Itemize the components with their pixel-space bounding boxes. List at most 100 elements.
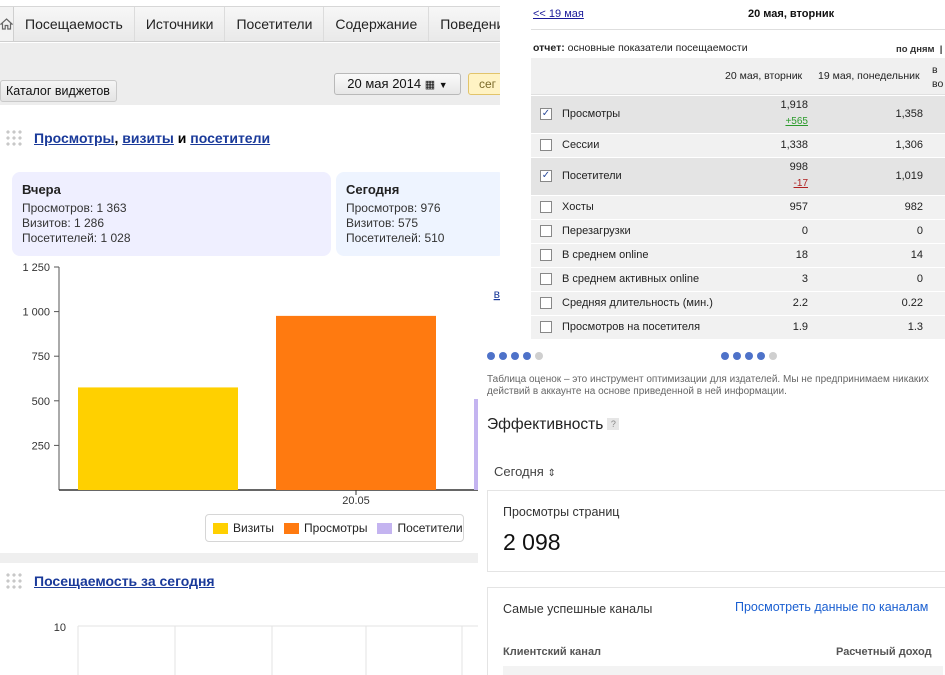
hourly-chart: 10	[54, 622, 500, 675]
pageviews-card: Просмотры страниц 2 098	[487, 490, 945, 572]
rating-dot	[535, 352, 543, 360]
stat-pageviews: Просмотров: 976	[346, 201, 441, 215]
card-yesterday: Вчера Просмотров: 1 363 Визитов: 1 286 П…	[12, 172, 331, 256]
widget-separator	[0, 553, 500, 563]
metric-delta[interactable]: -17	[794, 178, 808, 189]
metric-name: Перезагрузки	[562, 225, 631, 237]
legend-swatch	[377, 522, 393, 534]
segment-button[interactable]: сег	[468, 73, 500, 95]
tab-behavior[interactable]: Поведение	[429, 7, 500, 41]
rating-dots	[721, 352, 777, 360]
view-channels-link[interactable]: Просмотреть данные по каналам	[735, 600, 928, 614]
legend-item-visits[interactable]: Визиты	[213, 521, 274, 535]
rating-dot	[733, 352, 741, 360]
adsense-panel: Таблица оценок – это инструмент оптимиза…	[478, 346, 945, 675]
table-row[interactable]: ✓ Просмотры 1,918 +565 1,358	[531, 96, 945, 134]
section-title-effectiveness: Эффективность?	[487, 416, 620, 434]
link-pageviews[interactable]: Просмотры	[34, 130, 115, 146]
tab-traffic[interactable]: Посещаемость	[14, 7, 135, 41]
link-visitors[interactable]: посетители	[190, 130, 270, 146]
drag-handle-icon[interactable]	[5, 129, 23, 147]
metric-value-today: 1,918	[780, 99, 808, 111]
checkbox-checked[interactable]: ✓	[540, 170, 552, 182]
tab-visitors[interactable]: Посетители	[225, 7, 325, 41]
checkbox[interactable]	[540, 273, 552, 285]
metric-name: В среднем online	[562, 249, 649, 261]
top-channels-label: Самые успешные каналы	[503, 602, 653, 616]
link-visits[interactable]: визиты	[122, 130, 174, 146]
checkbox[interactable]	[540, 249, 552, 261]
table-row[interactable]: В среднем online 18 14	[531, 244, 945, 268]
by-days-toggle[interactable]: по дням |	[896, 44, 942, 55]
scorecard-note: Таблица оценок – это инструмент оптимиза…	[487, 374, 929, 397]
table-row[interactable]: ✓ Посетители 998 -17 1,019	[531, 158, 945, 196]
bar-1[interactable]	[276, 315, 436, 490]
metric-value-yesterday: 1,019	[895, 170, 923, 182]
report-title: отчет: основные показатели посещаемости	[533, 42, 748, 54]
x-tick-label: 20.05	[342, 495, 370, 507]
metric-value-yesterday: 14	[910, 249, 923, 261]
metric-value-today: 2.2	[792, 297, 808, 309]
stat-pageviews: Просмотров: 1 363	[22, 201, 127, 215]
help-icon[interactable]: ?	[607, 418, 620, 430]
metric-value-yesterday: 982	[904, 201, 923, 213]
checkbox[interactable]	[540, 139, 552, 151]
table-body: ✓ Просмотры 1,918 +565 1,358 Сессии 1,338 1,306…	[531, 96, 945, 340]
side-link[interactable]: в	[494, 287, 500, 301]
metric-value-yesterday: 1.3	[907, 321, 923, 333]
table-row[interactable]: Просмотров на посетителя 1.9 1.3	[531, 316, 945, 340]
legend-item-visitors[interactable]: Посетители	[377, 521, 463, 535]
table-row[interactable]: Сессии 1,338 1,306	[531, 134, 945, 158]
metric-value-today: 998	[789, 161, 808, 173]
period-selector[interactable]: Сегодня ⇕	[494, 464, 556, 479]
date-picker-button[interactable]: 20 мая 2014 ▦ ▼	[334, 73, 461, 95]
col-header-revenue: Расчетный доход	[836, 646, 932, 658]
checkbox[interactable]	[540, 297, 552, 309]
stat-visits: Визитов: 1 286	[22, 216, 105, 230]
col-header-week: в во	[932, 64, 944, 90]
traffic-report: << 19 мая 20 мая, вторник отчет: основны…	[531, 0, 945, 346]
metric-value-today: 18	[795, 249, 808, 261]
rating-dot	[511, 352, 519, 360]
legend-swatch	[284, 522, 300, 534]
metric-name: Просмотры	[562, 108, 621, 120]
stat-visits: Визитов: 575	[346, 216, 419, 230]
metric-delta[interactable]: +565	[785, 116, 808, 127]
checkbox-checked[interactable]: ✓	[540, 108, 552, 120]
y-tick-label: 750	[32, 351, 50, 363]
bar-chart: 250 500 750 1 000 1 250 20.05 в	[22, 262, 500, 507]
widgets-catalog-button[interactable]: Каталог виджетов	[0, 80, 117, 102]
home-icon[interactable]	[0, 7, 14, 41]
card-title: Вчера	[22, 182, 61, 197]
table-row[interactable]: В среднем активных online 3 0	[531, 268, 945, 292]
rating-dot	[721, 352, 729, 360]
rating-dot	[745, 352, 753, 360]
y-tick-label: 250	[32, 440, 50, 452]
legend-swatch	[213, 522, 228, 534]
checkbox[interactable]	[540, 321, 552, 333]
tab-content[interactable]: Содержание	[324, 7, 430, 41]
top-nav: Посещаемость Источники Посетители Содерж…	[0, 6, 500, 42]
metric-name: Хосты	[562, 201, 594, 213]
checkbox[interactable]	[540, 225, 552, 237]
drag-handle-icon[interactable]	[5, 572, 23, 590]
link-today-traffic[interactable]: Посещаемость за сегодня	[34, 573, 215, 589]
y-tick-label: 1 000	[22, 307, 50, 319]
y-tick-label: 500	[32, 396, 50, 408]
summary-cards: Вчера Просмотров: 1 363 Визитов: 1 286 П…	[12, 172, 500, 256]
legend-item-pageviews[interactable]: Просмотры	[284, 521, 367, 535]
metric-name: Средняя длительность (мин.)	[562, 297, 713, 309]
table-row[interactable]: Средняя длительность (мин.) 2.2 0.22	[531, 292, 945, 316]
prev-day-link[interactable]: << 19 мая	[533, 8, 584, 20]
metric-value-yesterday: 0.22	[901, 297, 923, 309]
metric-value-yesterday: 0	[916, 225, 923, 237]
tab-sources[interactable]: Источники	[135, 7, 226, 41]
bar-0[interactable]	[78, 387, 238, 490]
checkbox[interactable]	[540, 201, 552, 213]
col-header-yesterday: 19 мая, понедельник	[818, 70, 920, 82]
rating-dot	[523, 352, 531, 360]
stat-visitors: Посетителей: 510	[346, 231, 445, 245]
table-row[interactable]: Хосты 957 982	[531, 196, 945, 220]
table-row[interactable]: Перезагрузки 0 0	[531, 220, 945, 244]
current-date: 20 мая, вторник	[748, 8, 835, 20]
